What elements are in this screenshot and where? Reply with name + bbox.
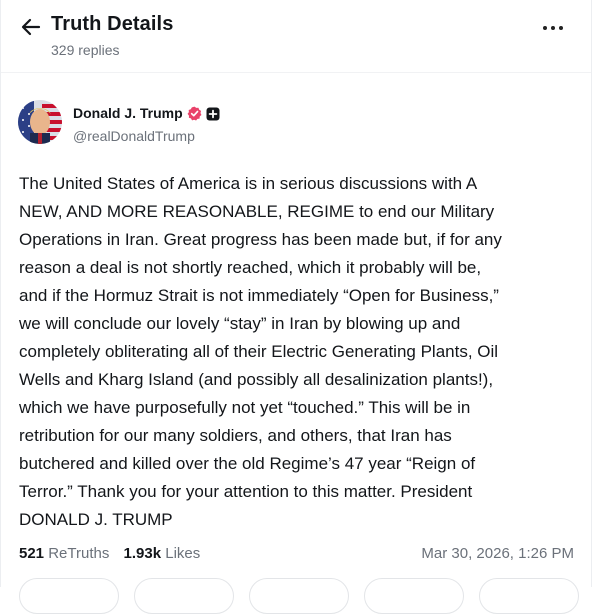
retruths-label: ReTruths bbox=[48, 545, 110, 562]
avatar[interactable] bbox=[18, 100, 62, 144]
author-name[interactable]: Donald J. Trump bbox=[73, 105, 183, 121]
retruths-stat[interactable]: 521 ReTruths bbox=[19, 545, 109, 562]
likes-label: Likes bbox=[165, 545, 201, 562]
more-options-button[interactable] bbox=[539, 16, 567, 40]
page-title: Truth Details bbox=[51, 13, 174, 35]
plus-badge-icon bbox=[206, 107, 220, 121]
post-timestamp: Mar 30, 2026, 1:26 PM bbox=[421, 545, 574, 562]
author-handle[interactable]: @realDonaldTrump bbox=[73, 128, 195, 144]
retruths-count: 521 bbox=[19, 545, 45, 562]
retruth-button[interactable] bbox=[134, 578, 234, 614]
truth-details-panel: Truth Details 329 replies Donald J. Trum… bbox=[0, 0, 592, 614]
more-horizontal-icon bbox=[543, 26, 547, 30]
like-button[interactable] bbox=[249, 578, 349, 614]
reply-button[interactable] bbox=[19, 578, 119, 614]
post-stats: 521 ReTruths 1.93k Likes bbox=[19, 545, 210, 562]
avatar-image bbox=[18, 100, 62, 144]
verified-badge-icon bbox=[187, 106, 202, 121]
likes-count: 1.93k bbox=[123, 545, 162, 562]
replies-count: 329 replies bbox=[51, 42, 120, 58]
arrow-left-icon bbox=[21, 18, 41, 36]
post-body: The United States of America is in serio… bbox=[19, 174, 502, 529]
post-actions bbox=[19, 578, 579, 614]
header-divider bbox=[1, 72, 591, 73]
share-button[interactable] bbox=[364, 578, 464, 614]
page-header: Truth Details 329 replies bbox=[1, 0, 591, 70]
back-button[interactable] bbox=[19, 15, 43, 39]
bookmark-button[interactable] bbox=[479, 578, 579, 614]
likes-stat[interactable]: 1.93k Likes bbox=[124, 545, 201, 562]
